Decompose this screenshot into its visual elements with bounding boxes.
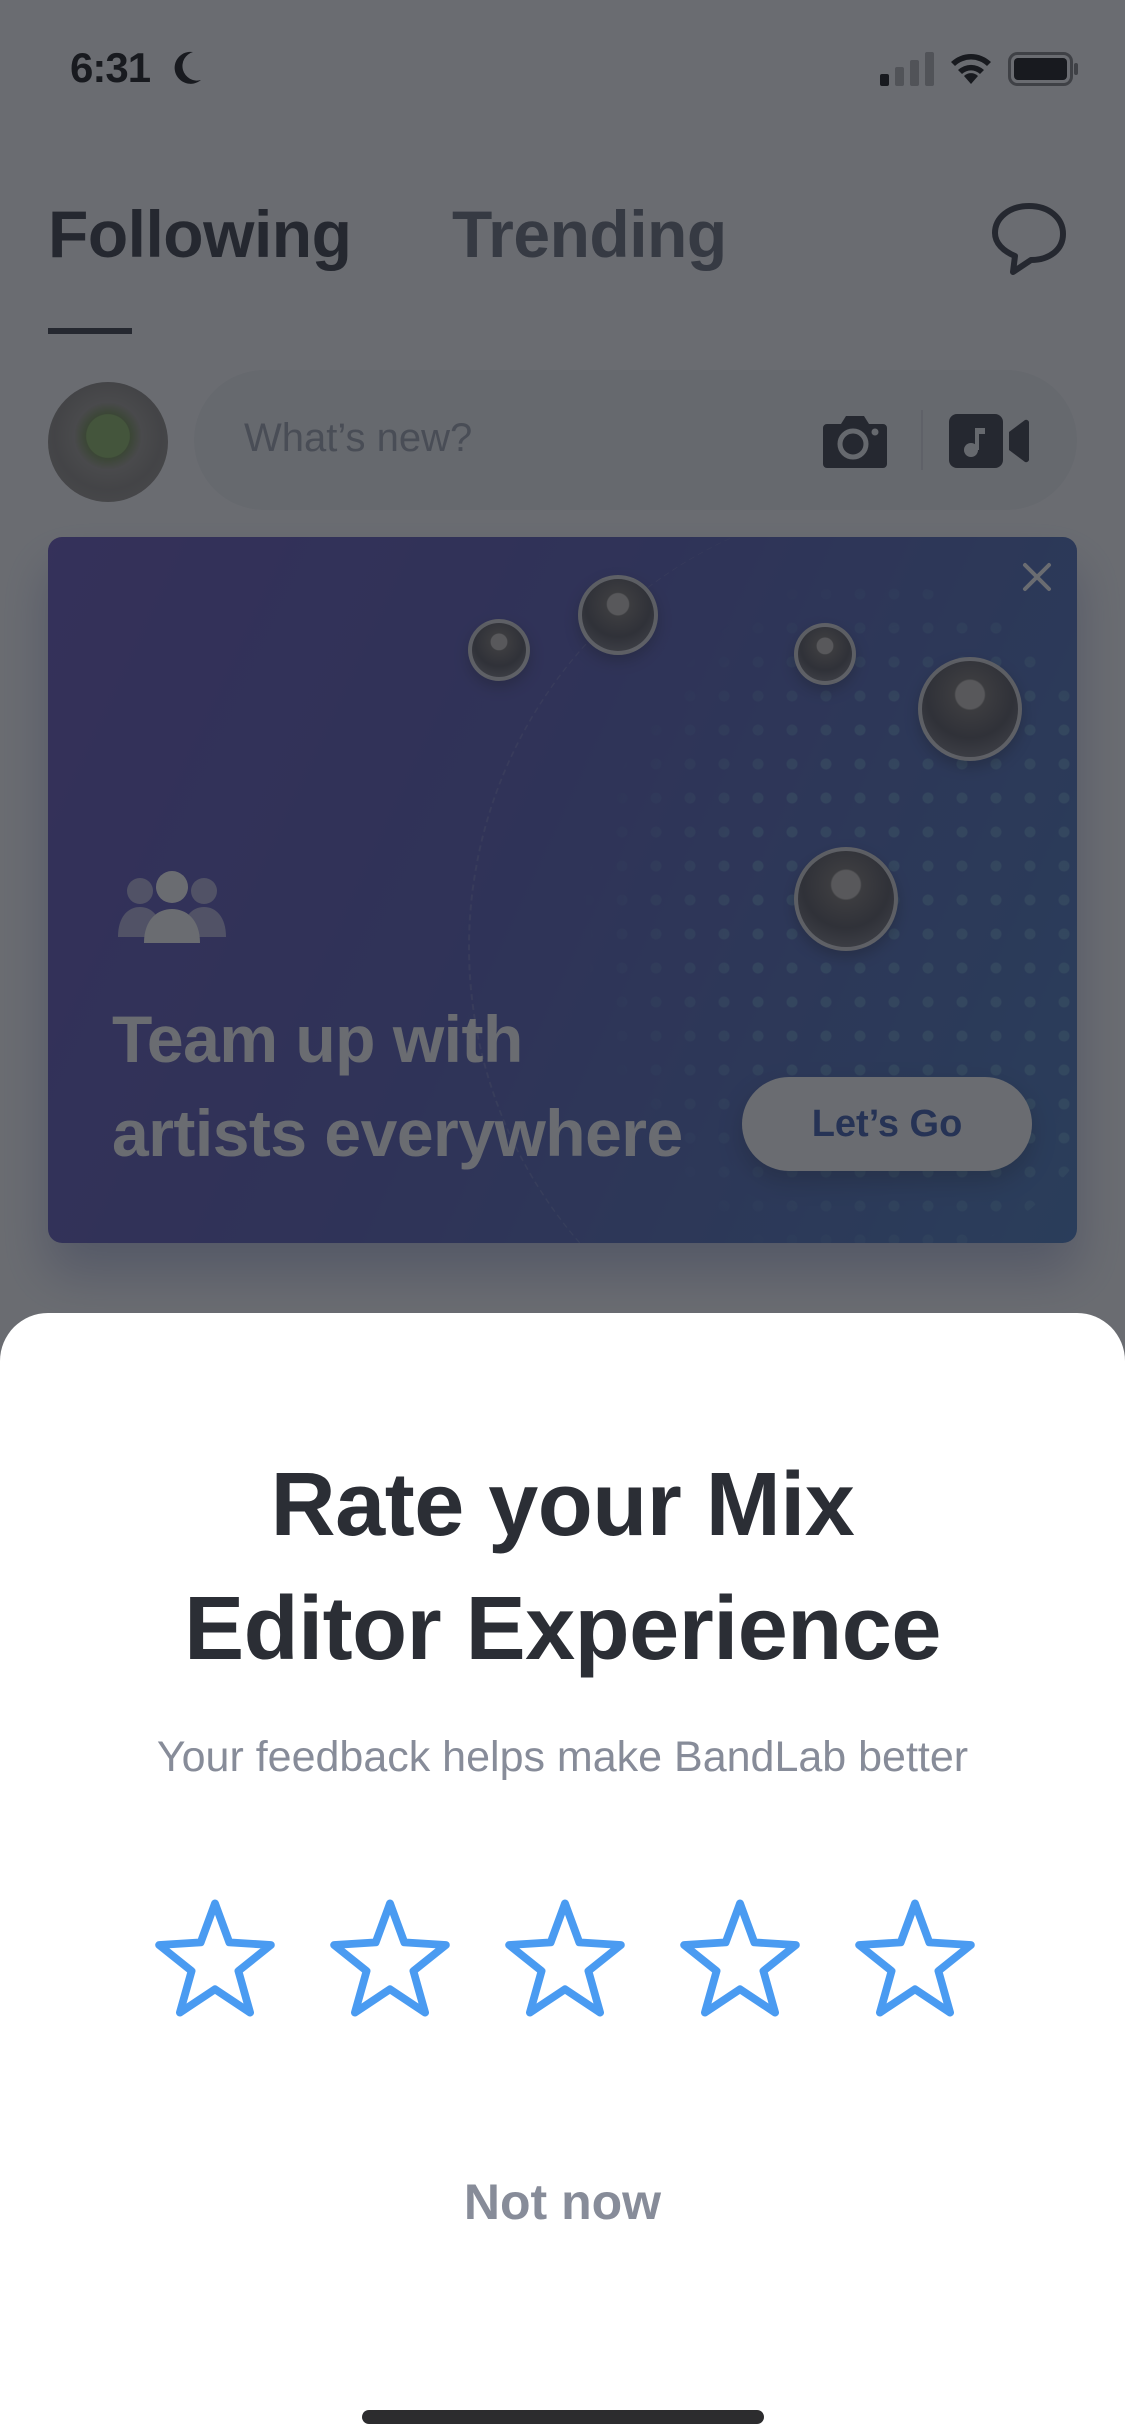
not-now-button[interactable]: Not now: [0, 2173, 1125, 2231]
home-indicator[interactable]: [362, 2410, 764, 2424]
sheet-subtitle: Your feedback helps make BandLab better: [156, 1733, 969, 1781]
sheet-title: Rate your Mix Editor Experience: [0, 1443, 1125, 1691]
star-5-button[interactable]: [850, 1893, 980, 2023]
star-outline-icon: [680, 1899, 800, 2017]
star-outline-icon: [505, 1899, 625, 2017]
star-4-button[interactable]: [675, 1893, 805, 2023]
star-outline-icon: [330, 1899, 450, 2017]
star-rating: [150, 1893, 980, 2023]
star-outline-icon: [155, 1899, 275, 2017]
star-2-button[interactable]: [325, 1893, 455, 2023]
star-3-button[interactable]: [500, 1893, 630, 2023]
star-outline-icon: [855, 1899, 975, 2017]
star-1-button[interactable]: [150, 1893, 280, 2023]
sheet-title-line-1: Rate your Mix: [270, 1455, 855, 1555]
rating-bottom-sheet: Rate your Mix Editor Experience Your fee…: [0, 1313, 1125, 2436]
sheet-title-line-2: Editor Experience: [184, 1579, 941, 1679]
